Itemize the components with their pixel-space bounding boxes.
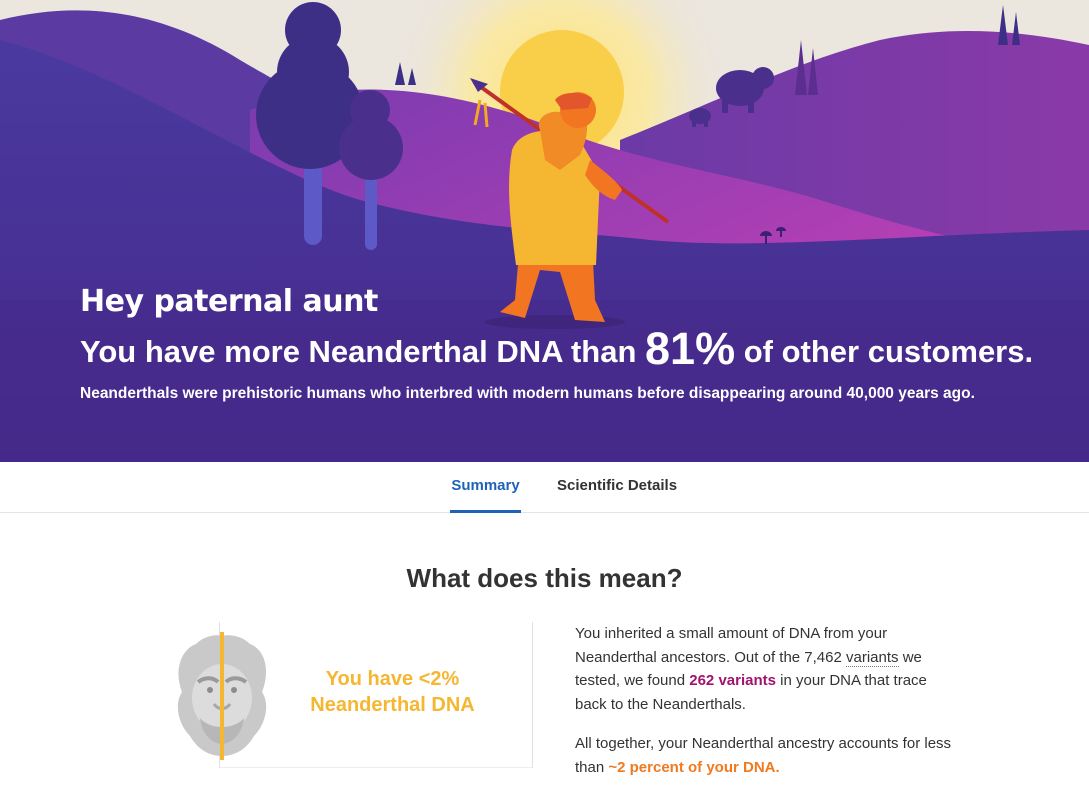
hero-subtitle: Neanderthals were prehistoric humans who… [80, 385, 975, 402]
stat-line-2: Neanderthal DNA [310, 694, 475, 716]
headline-before: You have more Neanderthal DNA than [80, 334, 637, 369]
hero-banner: Hey paternal aunt You have more Neandert… [0, 0, 1089, 462]
neanderthal-face-icon [177, 632, 267, 760]
variants-link[interactable]: variants [846, 648, 899, 667]
neanderthal-stat-card: You have <2% Neanderthal DNA [177, 622, 533, 768]
hero-greeting: Hey paternal aunt [80, 284, 378, 319]
percent-highlight: ~2 percent of your DNA. [608, 758, 780, 776]
explanation-paragraph-1: You inherited a small amount of DNA from… [575, 622, 955, 716]
tab-scientific-details[interactable]: Scientific Details [557, 477, 677, 513]
headline-after: of other customers. [743, 334, 1034, 369]
tab-summary[interactable]: Summary [450, 477, 521, 513]
report-tabs: Summary Scientific Details [0, 462, 1089, 513]
stat-line-1: You have <2% [325, 668, 460, 690]
section-title: What does this mean? [406, 563, 683, 593]
hero-headline: You have more Neanderthal DNA than 81% o… [80, 324, 1033, 377]
p1-text-1: You inherited a small amount of DNA from… [575, 625, 888, 666]
explanation-text: You inherited a small amount of DNA from… [575, 622, 955, 795]
headline-percent: 81% [645, 323, 736, 374]
explanation-paragraph-2: All together, your Neanderthal ancestry … [575, 732, 955, 779]
hero-text: Hey paternal aunt You have more Neandert… [80, 282, 1033, 402]
neanderthal-percent-stat: You have <2% Neanderthal DNA [300, 666, 485, 718]
variants-count-highlight: 262 variants [689, 672, 776, 689]
